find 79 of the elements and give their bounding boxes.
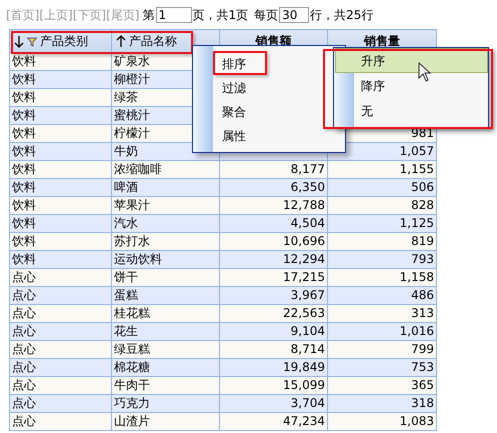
table-cell: 饮料 [10,142,112,160]
table-cell: 浓缩咖啡 [112,160,220,178]
table-cell: 22,563 [220,304,328,322]
table-cell: 318 [328,394,436,412]
table-cell: 绿豆糕 [112,340,220,358]
table-cell: 点心 [10,304,112,322]
table-cell: 3,704 [220,394,328,412]
column-header-label: 销售量 [364,33,400,50]
table-cell: 点心 [10,340,112,358]
table-cell: 饮料 [10,232,112,250]
table-cell: 1,083 [328,412,436,430]
table-cell: 8,714 [220,340,328,358]
page-number-field[interactable]: 1 [156,7,192,23]
table-cell: 饮料 [10,124,112,142]
table-cell: 12,294 [220,250,328,268]
table-cell: 饮料 [10,88,112,106]
table-cell: 6,350 [220,178,328,196]
table-cell: 9,104 [220,322,328,340]
table-cell: 点心 [10,268,112,286]
table-cell: 饮料 [10,196,112,214]
table-cell: 点心 [10,322,112,340]
table-cell: 饮料 [10,250,112,268]
table-cell: 10,696 [220,232,328,250]
table-cell: 啤酒 [112,178,220,196]
table-cell: 828 [328,196,436,214]
table-cell: 1,158 [328,268,436,286]
table-cell: 蛋糕 [112,286,220,304]
table-cell: 点心 [10,412,112,430]
cursor-icon [418,62,432,82]
table-cell: 苹果汁 [112,196,220,214]
table-cell: 19,849 [220,358,328,376]
table-cell: 苏打水 [112,232,220,250]
table-cell: 点心 [10,376,112,394]
table-cell: 8,177 [220,160,328,178]
table-cell: 点心 [10,394,112,412]
table-cell: 313 [328,304,436,322]
table-cell: 17,215 [220,268,328,286]
table-cell: 饮料 [10,106,112,124]
table-cell: 1,125 [328,214,436,232]
table-cell: 巧克力 [112,394,220,412]
page-count-text: 页，共1页 [192,6,248,24]
table-cell: 486 [328,286,436,304]
table-cell: 3,967 [220,286,328,304]
table-cell: 棉花糖 [112,358,220,376]
table-cell: 饮料 [10,160,112,178]
table-cell: 山渣片 [112,412,220,430]
table-cell: 牛肉干 [112,376,220,394]
menu-item[interactable]: 无 [354,98,488,123]
column-header-label: 产品名称 [129,33,177,50]
table-cell: 点心 [10,358,112,376]
table-cell: 4,504 [220,214,328,232]
row-count-text: 行，共25行 [310,6,374,24]
table-cell: 汽水 [112,214,220,232]
table-cell: 饼干 [112,268,220,286]
table-cell: 饮料 [10,214,112,232]
table-cell: 点心 [10,286,112,304]
table-cell: 桂花糕 [112,304,220,322]
column-header-label: 产品类别 [40,33,88,50]
page-label: 第 [142,6,154,24]
table-cell: 12,788 [220,196,328,214]
menu-item[interactable]: 升序 [335,48,488,73]
table-cell: 运动饮料 [112,250,220,268]
menu-item[interactable]: 降序 [354,73,488,98]
table-cell: 15,099 [220,376,328,394]
table-cell: 饮料 [10,178,112,196]
table-cell: 753 [328,358,436,376]
table-cell: 47,234 [220,412,328,430]
table-cell: 793 [328,250,436,268]
table-cell: 1,155 [328,160,436,178]
column-header[interactable]: 产品类别 [10,30,112,52]
table-cell: 819 [328,232,436,250]
table-cell: 799 [328,340,436,358]
table-cell: 506 [328,178,436,196]
table-cell: 饮料 [10,70,112,88]
rows-per-page-label: 每页 [254,6,278,24]
table-cell: 365 [328,376,436,394]
table-cell: 花生 [112,322,220,340]
rows-per-page-field[interactable]: 30 [279,7,310,23]
table-cell: 1,016 [328,322,436,340]
